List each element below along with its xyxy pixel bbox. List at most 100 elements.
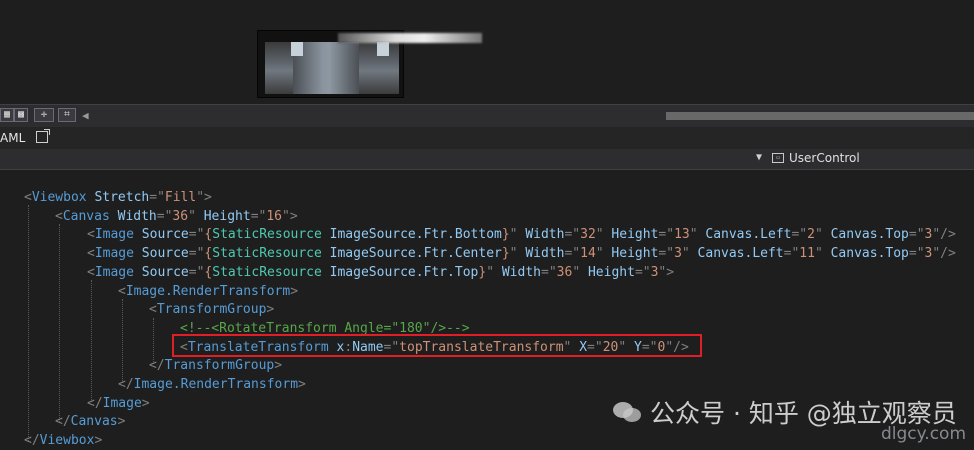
code-token: =" bbox=[564, 246, 581, 262]
code-token: < bbox=[87, 227, 95, 243]
snap-icon[interactable]: ✛ bbox=[34, 108, 54, 122]
code-token: 36 bbox=[172, 208, 189, 224]
code-token: > bbox=[266, 302, 275, 318]
code-line[interactable]: </Viewbox> bbox=[24, 431, 102, 450]
code-line[interactable]: <TransformGroup> bbox=[149, 300, 274, 319]
code-token: " bbox=[814, 227, 823, 243]
code-token: =" bbox=[250, 208, 267, 224]
code-token: TransformGroup bbox=[156, 302, 267, 318]
code-token: Viewbox bbox=[39, 433, 95, 449]
code-token: > bbox=[274, 358, 283, 374]
scroll-left-arrow-icon[interactable]: ◀ bbox=[82, 109, 89, 122]
code-token: Viewbox bbox=[31, 190, 87, 205]
navigation-bar: ▼ ▭ UserControl bbox=[0, 149, 974, 170]
indent-guide bbox=[28, 205, 29, 441]
code-token: Width bbox=[517, 227, 565, 243]
code-token: < bbox=[87, 264, 95, 280]
scope-dropdown[interactable]: UserControl bbox=[789, 151, 860, 165]
code-line[interactable]: <Viewbox Stretch="Fill"> bbox=[24, 188, 212, 207]
code-token: </ bbox=[87, 395, 103, 411]
code-token: Canvas.Left bbox=[697, 227, 792, 243]
code-line[interactable]: <Image Source="{StaticResource ImageSour… bbox=[87, 225, 956, 244]
code-token: </ bbox=[24, 433, 40, 449]
code-line[interactable]: <Canvas Width="36" Height="16"> bbox=[55, 207, 298, 226]
code-token: } bbox=[501, 246, 510, 262]
code-token: Canvas.Top bbox=[822, 227, 909, 243]
code-line[interactable]: </Canvas> bbox=[55, 412, 125, 431]
code-token: < bbox=[87, 246, 95, 262]
preview-top-image-translated bbox=[338, 33, 482, 43]
dropdown-arrow-icon[interactable]: ▼ bbox=[756, 152, 762, 163]
code-token: 16 bbox=[266, 208, 283, 224]
code-token: Canvas.Left bbox=[689, 246, 784, 262]
code-token: ImageSource.Ftr.Top bbox=[321, 264, 479, 280]
code-token: < bbox=[55, 208, 63, 224]
code-token: Source bbox=[133, 264, 189, 280]
code-token: Image.RenderTransform bbox=[125, 283, 291, 299]
code-line[interactable]: </Image> bbox=[87, 394, 150, 413]
code-token: Width bbox=[109, 208, 157, 224]
indent-guide bbox=[122, 299, 123, 383]
code-token: Fill bbox=[164, 190, 197, 205]
code-token: Width bbox=[517, 246, 565, 262]
code-token: Height bbox=[603, 246, 659, 262]
code-token: 14 bbox=[580, 246, 596, 262]
grid-icon[interactable]: ▦ bbox=[0, 108, 14, 122]
code-line[interactable]: <Image Source="{StaticResource ImageSour… bbox=[87, 244, 956, 263]
code-token: =" bbox=[564, 227, 581, 243]
view-tab-row: AML bbox=[0, 127, 974, 149]
code-line[interactable]: </TransformGroup> bbox=[149, 356, 282, 375]
code-token: =" bbox=[791, 227, 808, 243]
code-token: Image bbox=[102, 395, 142, 411]
tab-xaml[interactable]: AML bbox=[0, 131, 25, 145]
code-token: Image bbox=[94, 264, 134, 280]
code-token: Image.RenderTransform bbox=[133, 377, 299, 392]
code-token: " bbox=[814, 246, 823, 262]
code-token: =" bbox=[541, 264, 557, 280]
wechat-icon bbox=[613, 402, 641, 422]
code-token: StaticResource bbox=[212, 246, 322, 262]
code-token: 3 bbox=[674, 246, 682, 262]
code-token: =" bbox=[156, 208, 173, 224]
code-token: > bbox=[141, 395, 150, 411]
code-token: Height bbox=[195, 208, 251, 224]
code-line[interactable]: </Image.RenderTransform> bbox=[118, 375, 306, 394]
code-token: > bbox=[290, 283, 299, 299]
watermark-site: dlgcy.com bbox=[881, 424, 966, 444]
code-token: =" bbox=[908, 227, 925, 243]
code-token: " bbox=[572, 264, 581, 280]
code-token: 32 bbox=[580, 227, 596, 243]
highlight-box bbox=[172, 334, 702, 357]
checker-icon[interactable]: ▩ bbox=[14, 108, 28, 122]
preview-left-tooth bbox=[291, 42, 303, 56]
code-token: </ bbox=[55, 414, 71, 430]
code-token: } bbox=[501, 227, 510, 243]
code-token: TransformGroup bbox=[164, 358, 275, 374]
code-token: < bbox=[24, 190, 32, 205]
code-token: < bbox=[149, 302, 157, 318]
code-token: Width bbox=[494, 264, 541, 280]
popout-icon[interactable] bbox=[36, 129, 50, 143]
code-token: Height bbox=[580, 264, 635, 280]
code-line[interactable]: <Image Source="{StaticResource ImageSour… bbox=[87, 263, 674, 282]
code-token: Height bbox=[603, 227, 659, 243]
code-token: =" bbox=[149, 190, 165, 205]
code-token: ImageSource.Ftr.Center bbox=[321, 246, 502, 262]
code-token: "/> bbox=[932, 246, 956, 262]
code-token: "> bbox=[658, 264, 675, 280]
code-token: =" bbox=[658, 227, 675, 243]
viewbox-preview-image bbox=[265, 42, 399, 94]
code-line[interactable]: <Image.RenderTransform> bbox=[118, 282, 298, 301]
code-token: </ bbox=[149, 358, 165, 374]
code-token: Canvas bbox=[62, 208, 110, 224]
indent-guide bbox=[59, 224, 60, 422]
code-token: =" bbox=[783, 246, 800, 262]
xy-icon[interactable]: ⌗ bbox=[58, 108, 76, 122]
code-token: StaticResource bbox=[212, 227, 322, 243]
code-token: 13 bbox=[674, 227, 690, 243]
code-token: " bbox=[681, 246, 690, 262]
horizontal-scrollbar[interactable] bbox=[666, 112, 974, 120]
designer-surface[interactable] bbox=[0, 0, 974, 104]
watermark: 公众号 · 知乎 @独立观察员 dlgcy.com bbox=[612, 390, 974, 449]
code-token: =" bbox=[188, 227, 205, 243]
